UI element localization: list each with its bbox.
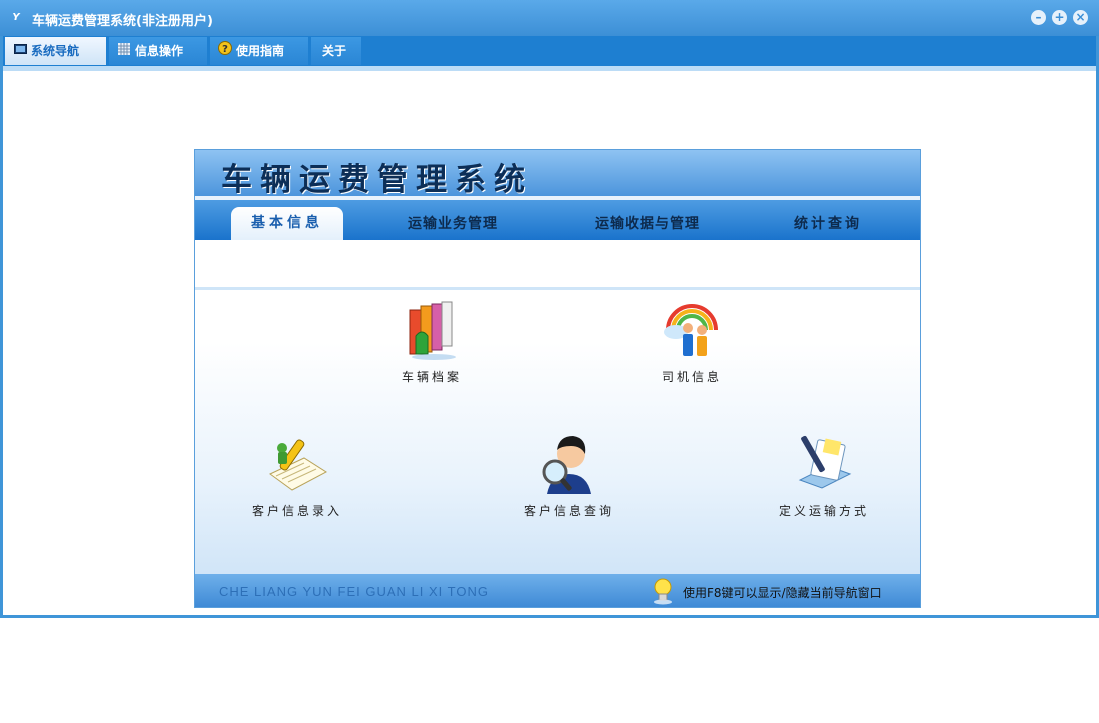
nav-customer-entry[interactable]: 客户信息录入 [243,432,351,519]
window-title: 车辆运费管理系统(非注册用户) [32,14,213,29]
tab-basic-info[interactable]: 基本信息 [231,207,343,240]
navigation-panel: 车辆运费管理系统 基本信息 运输业务管理 运输收据与管理 统计查询 车辆档案 司… [194,149,921,608]
menu-divider [3,66,1096,71]
tab-statistics[interactable]: 统计查询 [794,213,862,233]
footer-hint: 使用F8键可以显示/隐藏当前导航窗口 [683,586,882,600]
tab-bar: 基本信息 运输业务管理 运输收据与管理 统计查询 [195,200,920,290]
tab-transport-business[interactable]: 运输业务管理 [408,213,498,233]
help-icon: ? [218,37,232,65]
lightbulb-icon [651,577,675,605]
menu-system-nav[interactable]: 系统导航 [5,37,106,65]
nav-vehicle-archive[interactable]: 车辆档案 [391,300,473,385]
close-icon[interactable]: × [1073,10,1088,25]
menu-bar: 系统导航 信息操作 ? 使用指南 关于 [3,36,1096,66]
nav-define-transport[interactable]: 定义运输方式 [769,432,879,519]
monitor-icon [13,37,27,65]
panel-footer: CHE LIANG YUN FEI GUAN LI XI TONG 使用F8键可… [195,574,920,607]
panel-header: 车辆运费管理系统 [195,150,920,198]
grid-icon [117,37,131,65]
svg-text:?: ? [222,44,228,55]
nav-customer-query[interactable]: 客户信息查询 [513,432,625,519]
minimize-icon[interactable]: – [1031,10,1046,25]
driver-rainbow-icon [662,300,722,362]
menu-about[interactable]: 关于 [311,37,361,65]
person-magnifier-icon [537,432,601,496]
panel-title: 车辆运费管理系统 [221,162,533,198]
app-icon: Y [12,12,20,23]
pen-document-icon [792,432,856,496]
footer-pinyin: CHE LIANG YUN FEI GUAN LI XI TONG [219,584,489,599]
pencil-notepad-icon [264,432,330,496]
restore-icon[interactable]: + [1052,10,1067,25]
tab-transport-receipts[interactable]: 运输收据与管理 [595,213,700,233]
title-bar[interactable]: Y 车辆运费管理系统(非注册用户) – + × [0,0,1099,36]
menu-user-guide[interactable]: ? 使用指南 [210,37,308,65]
nav-driver-info[interactable]: 司机信息 [651,300,733,385]
menu-info-ops[interactable]: 信息操作 [109,37,207,65]
books-icon [404,300,460,362]
